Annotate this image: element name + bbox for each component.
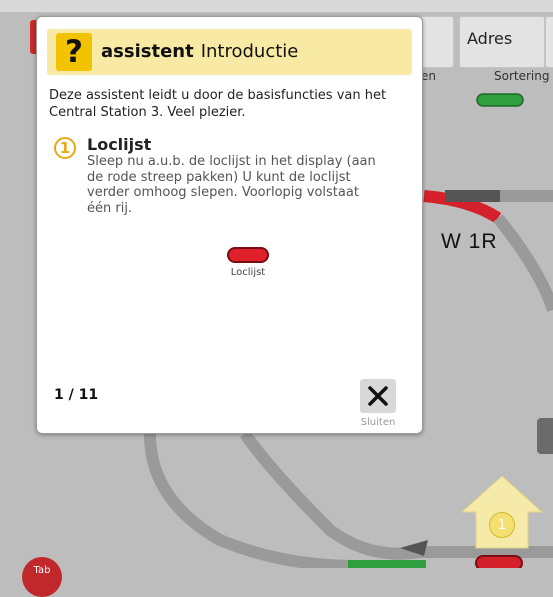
track-lower-middle (240, 430, 421, 560)
step-text: Sleep nu a.u.b. de loclijst in het displ… (87, 154, 376, 216)
turnout-label: W 1R (441, 230, 498, 253)
assistant-dialog: ? assistent Introductie Deze assistent le… (36, 16, 423, 434)
loclijst-demo-label: Loclijst (230, 267, 266, 278)
signal-green-top[interactable] (476, 93, 524, 107)
dialog-header: ? assistent Introductie (47, 29, 412, 75)
dialog-title: assistent Introductie (101, 41, 298, 62)
page-counter: 1 / 11 (54, 387, 99, 403)
question-icon: ? (56, 33, 92, 71)
dialog-title-bold: assistent (101, 41, 194, 62)
side-handle[interactable] (537, 418, 553, 454)
step-title: Loclijst (87, 135, 152, 154)
dialog-title-rest: Introductie (200, 41, 299, 62)
dialog-intro: Deze assistent leidt u door de basisfunc… (49, 88, 387, 120)
step-number: 1 (54, 137, 76, 159)
loco-button[interactable]: Tab (22, 557, 62, 597)
track-curve-right (493, 214, 553, 312)
close-label: Sluiten (360, 417, 396, 428)
close-icon (368, 386, 388, 406)
signal-red-bottom[interactable] (475, 555, 523, 568)
close-button[interactable] (360, 379, 396, 413)
signal-green-bottom[interactable] (348, 560, 426, 568)
marker-number[interactable]: 1 (489, 512, 515, 538)
loclijst-demo-pill (227, 247, 269, 263)
track-lower-left (144, 433, 353, 568)
